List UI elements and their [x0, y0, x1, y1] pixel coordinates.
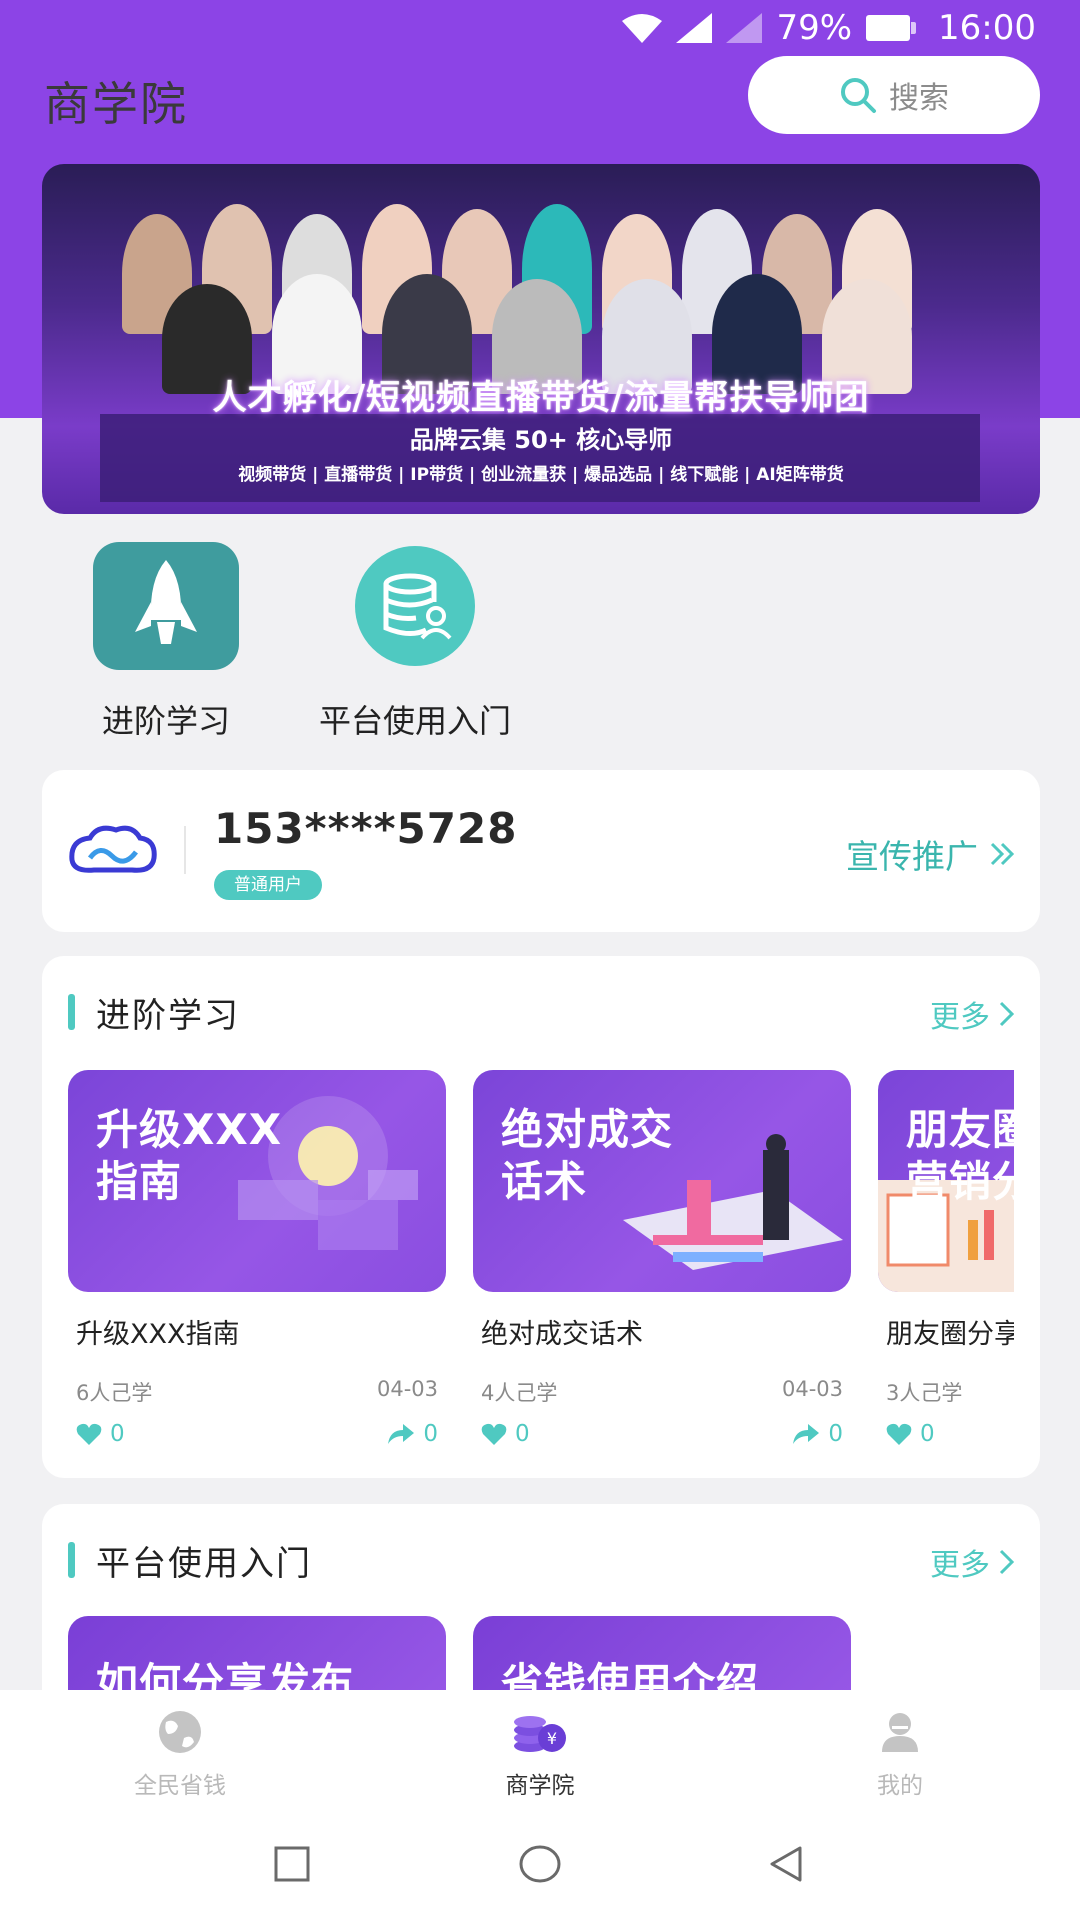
section-accent-bar [68, 1542, 75, 1578]
rocket-icon [91, 540, 241, 672]
database-user-icon [340, 540, 490, 672]
course-thumbnail-text: 绝对成交 话术 [501, 1105, 674, 1206]
heart-icon [481, 1423, 507, 1445]
share-icon [388, 1424, 415, 1444]
user-icon [882, 1713, 918, 1752]
section-title: 进阶学习 [96, 996, 240, 1036]
course-date: 04-03 [781, 1377, 843, 1401]
course-title: 绝对成交话术 [481, 1319, 643, 1350]
promo-banner[interactable]: 人才孵化/短视频直播带货/流量帮扶导师团 品牌云集 50+ 核心导师 视频带货 … [42, 164, 1040, 514]
quick-nav: 进阶学习 平台使用入门 [0, 540, 1080, 740]
divider [184, 826, 186, 874]
signal-weak-icon [726, 13, 763, 43]
share-count: 0 [423, 1421, 438, 1447]
like-button[interactable]: 0 [76, 1421, 125, 1447]
banner-mentor-photos [102, 194, 982, 394]
course-meta: 6人己学 04-03 [68, 1377, 446, 1407]
svg-text:¥: ¥ [547, 1729, 557, 1748]
share-count: 0 [828, 1421, 843, 1447]
system-nav-bar [0, 1810, 1080, 1920]
banner-subline: 品牌云集 50+ 核心导师 [409, 426, 673, 454]
chevron-right-icon [999, 1549, 1015, 1575]
home-icon[interactable] [518, 1844, 562, 1884]
like-count: 0 [515, 1421, 530, 1447]
course-title: 朋友圈分享 [886, 1319, 1014, 1350]
quick-nav-label: 平台使用入门 [319, 702, 512, 740]
more-link[interactable]: 更多 [930, 992, 1016, 1036]
like-count: 0 [920, 1421, 935, 1447]
user-level-badge: 普通用户 [214, 870, 322, 900]
bottom-nav-label: 全民省钱 [134, 1773, 226, 1799]
bottom-nav-label: 商学院 [505, 1773, 575, 1799]
like-button[interactable]: 0 [886, 1421, 935, 1447]
section-title: 平台使用入门 [96, 1544, 312, 1584]
section-header: 平台使用入门 更多 [42, 1504, 1040, 1614]
like-button[interactable]: 0 [481, 1421, 530, 1447]
course-thumbnail: 升级XXX 指南 [68, 1070, 446, 1292]
course-learners: 3人己学 [886, 1381, 963, 1405]
quick-nav-label: 进阶学习 [101, 702, 230, 740]
course-title: 升级XXX指南 [76, 1319, 240, 1350]
course-stats: 0 [878, 1421, 1014, 1447]
like-count: 0 [110, 1421, 125, 1447]
signal-icon [676, 13, 713, 43]
user-card: 153****5728 普通用户 宣传推广 [42, 770, 1040, 932]
user-phone: 153****5728 [214, 804, 518, 853]
course-learners: 4人己学 [481, 1381, 558, 1405]
course-thumbnail-text: 升级XXX 指南 [96, 1105, 283, 1206]
course-carousel[interactable]: 升级XXX 指南 升级XXX指南 6人己学 04-03 0 0 绝对成交 话术 … [68, 1070, 1014, 1470]
more-label: 更多 [930, 1000, 990, 1035]
bottom-nav: 全民省钱 ¥ 商学院 我的 [0, 1690, 1080, 1810]
banner-tags: 视频带货 | 直播带货 | IP带货 | 创业流量获 | 爆品选品 | 线下赋能… [238, 465, 844, 485]
more-label: 更多 [930, 1548, 990, 1583]
page-title: 商学院 [44, 77, 188, 131]
status-bar: 79% 16:00 [0, 0, 1080, 56]
search-icon [841, 78, 876, 113]
coins-icon: ¥ [514, 1716, 566, 1752]
globe-icon [159, 1711, 201, 1753]
heart-icon [76, 1423, 102, 1445]
quick-nav-platform-intro[interactable]: 平台使用入门 [319, 540, 511, 742]
bottom-nav-mine[interactable]: 我的 [800, 1708, 1000, 1800]
bottom-nav-save-money[interactable]: 全民省钱 [80, 1708, 280, 1800]
double-chevron-right-icon [990, 842, 1015, 866]
course-thumbnail-text: 朋友圈 营销分 [906, 1105, 1014, 1206]
promotion-label: 宣传推广 [846, 837, 978, 876]
course-thumbnail: 绝对成交 话术 [473, 1070, 851, 1292]
search-placeholder: 搜索 [889, 81, 949, 116]
course-date: 04-03 [376, 1377, 438, 1401]
chevron-right-icon [999, 1001, 1015, 1027]
section-accent-bar [68, 994, 75, 1030]
course-thumbnail: 朋友圈 营销分 [878, 1070, 1014, 1292]
battery-percent: 79% [776, 8, 853, 48]
promotion-link[interactable]: 宣传推广 [846, 830, 1016, 878]
banner-headline: 人才孵化/短视频直播带货/流量帮扶导师团 [212, 378, 870, 418]
course-meta: 4人己学 04-03 [473, 1377, 851, 1407]
section-header: 进阶学习 更多 [42, 956, 1040, 1066]
share-icon [793, 1424, 820, 1444]
wifi-icon [622, 14, 663, 43]
course-card[interactable]: 绝对成交 话术 绝对成交话术 4人己学 04-03 0 0 [473, 1070, 851, 1447]
search-box[interactable]: 搜索 [748, 56, 1040, 134]
battery-icon [866, 15, 917, 41]
back-icon[interactable] [766, 1844, 806, 1884]
course-card[interactable]: 升级XXX 指南 升级XXX指南 6人己学 04-03 0 0 [68, 1070, 446, 1447]
cloud-logo-icon [69, 825, 157, 873]
course-stats: 0 0 [68, 1421, 446, 1447]
recent-apps-icon[interactable] [272, 1844, 312, 1884]
clock: 16:00 [938, 8, 1036, 48]
share-button[interactable]: 0 [792, 1421, 843, 1447]
course-meta: 3人己学 [878, 1377, 1014, 1407]
share-button[interactable]: 0 [387, 1421, 438, 1447]
quick-nav-advanced-learning[interactable]: 进阶学习 [91, 540, 241, 742]
course-learners: 6人己学 [76, 1381, 153, 1405]
bottom-nav-business-school[interactable]: ¥ 商学院 [440, 1708, 640, 1800]
more-link[interactable]: 更多 [930, 1540, 1016, 1584]
course-card[interactable]: 朋友圈 营销分 朋友圈分享 3人己学 0 [878, 1070, 1014, 1447]
course-stats: 0 0 [473, 1421, 851, 1447]
section-advanced-learning: 进阶学习 更多 升级XXX 指南 升级XXX指南 6人己学 04-03 0 0 … [42, 956, 1040, 1478]
bottom-nav-label: 我的 [877, 1773, 923, 1799]
heart-icon [886, 1423, 912, 1445]
